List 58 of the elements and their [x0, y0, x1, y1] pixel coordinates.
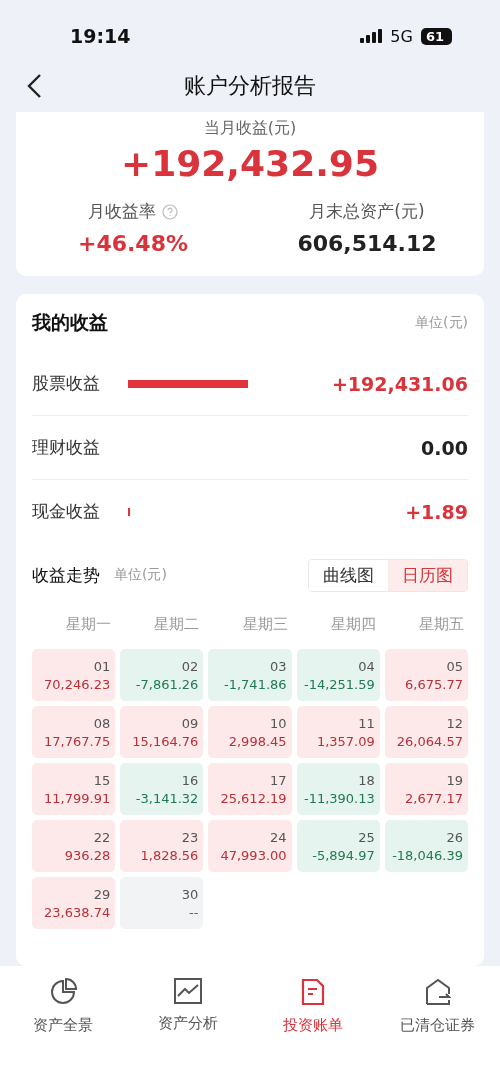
unit-label: 单位(元) [114, 566, 167, 584]
calendar-day[interactable]: 02 -7,861.26 [120, 649, 204, 701]
income-value: +1.89 [405, 500, 468, 523]
calendar-day[interactable]: 30 -- [120, 877, 204, 929]
signal-icon [360, 29, 383, 43]
weekday-label: 星期四 [329, 614, 377, 635]
income-value: 0.00 [421, 436, 468, 459]
line-chart-icon [173, 978, 202, 1004]
calendar-day[interactable]: 03 -1,741.86 [208, 649, 292, 701]
section-title: 收益走势 [32, 563, 100, 587]
weekday-label: 星期五 [418, 614, 465, 635]
calendar-day[interactable]: 11 1,357.09 [296, 706, 380, 758]
stat-value: 606,514.12 [297, 231, 437, 256]
calendar-day[interactable]: 18 -11,390.13 [296, 763, 380, 815]
view-tab[interactable]: 日历图 [388, 559, 467, 591]
calendar-day[interactable]: 29 23,638.74 [32, 877, 116, 929]
tab-bar-item[interactable]: 资产全景 [0, 978, 125, 1040]
calendar-day[interactable]: 17 25,612.19 [208, 763, 292, 815]
unit-label: 单位(元) [415, 314, 468, 332]
income-label: 理财收益 [32, 436, 101, 459]
calendar-day[interactable]: 24 47,993.00 [208, 820, 292, 872]
back-icon[interactable] [26, 73, 42, 99]
stat-value: +46.48% [77, 231, 189, 256]
calendar-day[interactable]: 10 2,998.45 [208, 706, 292, 758]
calendar-day[interactable]: 01 70,246.23 [32, 649, 116, 701]
calendar-day[interactable]: 26 -18,046.39 [384, 820, 468, 872]
document-icon [300, 978, 325, 1006]
tab-bar-item[interactable]: 投资账单 [250, 978, 375, 1040]
summary-value: +192,432.95 [121, 143, 379, 184]
weekday-label: 星期三 [241, 614, 289, 635]
weekday-label: 星期一 [65, 614, 113, 635]
calendar-day[interactable]: 15 11,799.91 [32, 763, 116, 815]
tab-bar-item[interactable]: 资产分析 [125, 978, 250, 1040]
stat-label: 月收益率 [88, 200, 156, 223]
network-label: 5G [390, 26, 413, 46]
calendar-day[interactable]: 19 2,677.17 [384, 763, 468, 815]
weekday-label: 星期二 [153, 614, 201, 635]
calendar-day[interactable]: 22 936.28 [32, 820, 116, 872]
calendar-day[interactable]: 09 15,164.76 [120, 706, 204, 758]
calendar-day[interactable]: 23 1,828.56 [120, 820, 204, 872]
income-label: 现金收益 [32, 500, 101, 523]
income-label: 股票收益 [32, 372, 101, 395]
battery-level: 61 [420, 27, 452, 45]
stat-label: 月末总资产(元) [309, 200, 425, 223]
house-icon [424, 978, 451, 1006]
calendar-day[interactable]: 04 -14,251.59 [296, 649, 380, 701]
calendar-day[interactable]: 05 6,675.77 [384, 649, 468, 701]
tab-bar-item[interactable]: 已清仓证券 [375, 978, 500, 1040]
summary-label: 当月收益(元) [203, 118, 297, 139]
status-time: 19:14 [70, 25, 131, 47]
income-value: +192,431.06 [331, 372, 468, 395]
calendar-day[interactable]: 12 26,064.57 [384, 706, 468, 758]
section-title: 我的收益 [32, 310, 108, 335]
page-title: 账户分析报告 [184, 72, 316, 100]
calendar-day[interactable]: 25 -5,894.97 [296, 820, 380, 872]
pie-chart-icon [48, 978, 77, 1006]
calendar-day[interactable]: 08 17,767.75 [32, 706, 116, 758]
calendar-day[interactable]: 16 -3,141.32 [120, 763, 204, 815]
